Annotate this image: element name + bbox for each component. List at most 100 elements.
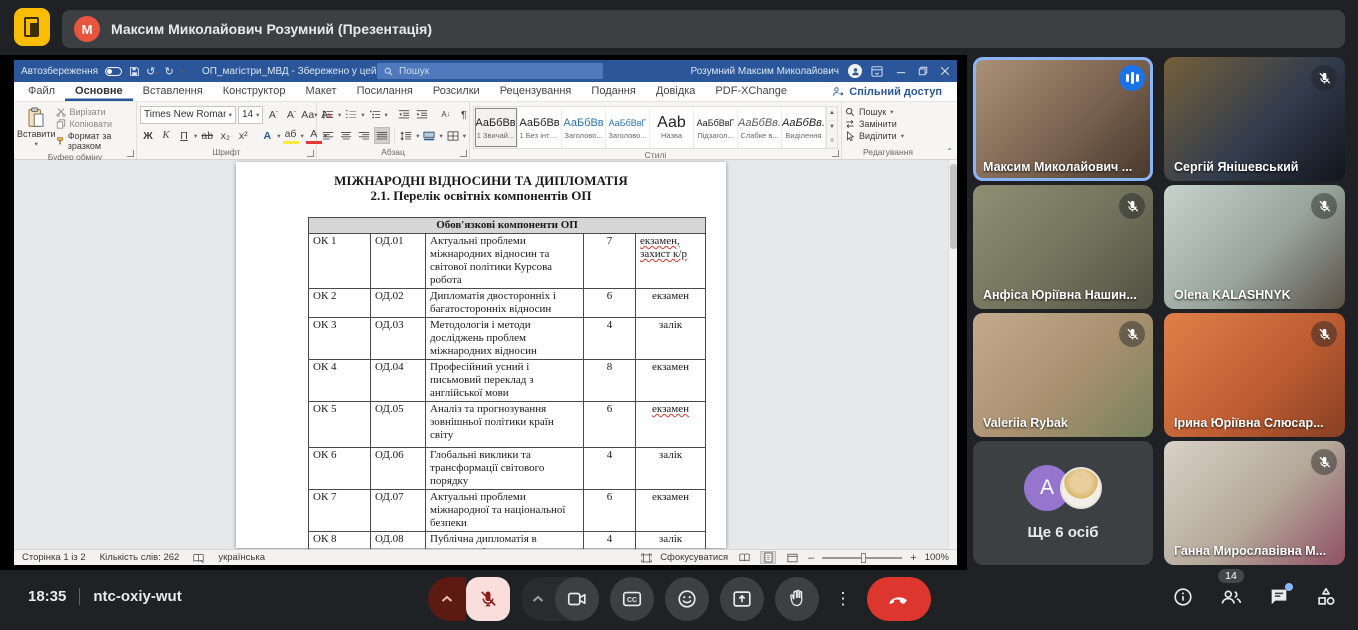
redo-button[interactable]: ↻ <box>165 65 174 78</box>
raise-hand-button[interactable] <box>775 577 819 621</box>
page-indicator[interactable]: Сторінка 1 із 2 <box>22 552 86 563</box>
style-preset-6[interactable]: АаБбВвГПідзагол... <box>694 107 738 148</box>
ribbon-options-icon[interactable] <box>871 66 883 77</box>
grow-font-button[interactable]: Аˆ <box>265 106 281 123</box>
sort-button[interactable]: А↓ <box>438 106 454 123</box>
zoom-slider[interactable] <box>822 557 902 559</box>
style-preset-7[interactable]: АаБбВв.Слабке в... <box>738 107 782 148</box>
overflow-participants-tile[interactable]: AЩе 6 осіб <box>973 441 1153 565</box>
font-dialog-launcher[interactable] <box>307 150 314 157</box>
word-tab-1[interactable]: Файл <box>18 82 65 101</box>
camera-options-chevron[interactable] <box>521 577 555 621</box>
chat-button[interactable] <box>1268 586 1290 608</box>
multilevel-list-button[interactable] <box>367 106 383 123</box>
mic-options-chevron[interactable] <box>428 577 466 621</box>
zoom-level[interactable]: 100% <box>925 552 949 563</box>
focus-icon[interactable] <box>641 553 652 563</box>
styles-expand[interactable]: ≡ <box>827 134 837 148</box>
focus-label[interactable]: Сфокусуватися <box>660 552 728 563</box>
style-preset-4[interactable]: АаБбВвГЗаголово... <box>606 107 650 148</box>
word-tab-10[interactable]: Довідка <box>646 82 706 101</box>
participants-button[interactable]: 14 <box>1219 586 1243 608</box>
italic-button[interactable]: К <box>158 127 174 144</box>
style-preset-2[interactable]: АаБбВв1 Без інте... <box>518 107 562 148</box>
word-tab-8[interactable]: Рецензування <box>490 82 582 101</box>
proofing-icon[interactable] <box>193 553 204 563</box>
participant-tile[interactable]: Ірина Юріївна Слюсар... <box>1164 313 1345 437</box>
activities-button[interactable] <box>1315 586 1337 608</box>
justify-button[interactable] <box>374 127 390 144</box>
restore-button[interactable] <box>918 66 928 76</box>
collapse-ribbon-button[interactable]: ⌃ <box>946 147 953 156</box>
style-preset-8[interactable]: АаБбВв.Виділення <box>782 107 826 148</box>
clipboard-dialog-launcher[interactable] <box>127 150 134 157</box>
read-mode-button[interactable] <box>736 551 752 564</box>
underline-button[interactable]: П <box>176 127 192 144</box>
format-painter-button[interactable]: Формат за зразком <box>56 131 134 151</box>
participant-tile[interactable]: Сергій Янішевський <box>1164 57 1345 181</box>
zoom-out-button[interactable]: – <box>808 552 814 564</box>
document-canvas[interactable]: МІЖНАРОДНІ ВІДНОСИНИ ТА ДИПЛОМАТІЯ 2.1. … <box>14 160 957 549</box>
close-button[interactable] <box>940 66 950 76</box>
text-effects-button[interactable]: А <box>259 127 275 144</box>
paragraph-dialog-launcher[interactable] <box>460 150 467 157</box>
participant-tile[interactable]: Olena KALASHNYK <box>1164 185 1345 309</box>
reactions-button[interactable] <box>665 577 709 621</box>
zoom-in-button[interactable]: + <box>910 552 916 564</box>
shading-button[interactable] <box>421 127 437 144</box>
web-layout-button[interactable] <box>784 551 800 564</box>
presentation-banner[interactable]: M Максим Миколайович Розумний (Презентац… <box>62 10 1345 48</box>
undo-button[interactable]: ↺▾ <box>146 65 158 78</box>
replace-button[interactable]: Замінити <box>845 119 904 129</box>
bold-button[interactable]: Ж <box>140 127 156 144</box>
minimize-button[interactable] <box>896 66 906 76</box>
word-tab-5[interactable]: Макет <box>295 82 346 101</box>
styles-scroll-down[interactable]: ▼ <box>827 121 837 135</box>
font-size-combo[interactable]: 14▾ <box>238 106 263 124</box>
line-spacing-button[interactable] <box>398 127 414 144</box>
document-page[interactable]: МІЖНАРОДНІ ВІДНОСИНИ ТА ДИПЛОМАТІЯ 2.1. … <box>236 162 726 548</box>
word-tab-9[interactable]: Подання <box>581 82 645 101</box>
select-button[interactable]: Виділити▾ <box>845 131 904 141</box>
more-options-button[interactable]: ⋮ <box>830 577 856 621</box>
change-case-button[interactable]: Аа▾ <box>301 106 317 123</box>
strikethrough-button[interactable]: ab <box>199 127 215 144</box>
account-avatar-icon[interactable] <box>848 64 862 78</box>
copy-button[interactable]: Копіювати <box>56 119 134 129</box>
styles-dialog-launcher[interactable] <box>832 150 839 157</box>
captions-button[interactable]: CC <box>610 577 654 621</box>
zoom-slider-thumb[interactable] <box>861 553 866 563</box>
participant-tile[interactable]: Анфіса Юріївна Нашин... <box>973 185 1153 309</box>
present-button[interactable] <box>720 577 764 621</box>
word-count[interactable]: Кількість слів: 262 <box>100 552 180 563</box>
share-access-button[interactable]: Спільний доступ <box>825 85 949 99</box>
camera-toggle-button[interactable] <box>555 577 599 621</box>
style-preset-3[interactable]: АаБбВвЗаголово... <box>562 107 606 148</box>
participant-tile[interactable]: Valeriia Rybak <box>973 313 1153 437</box>
language-indicator[interactable]: українська <box>218 552 265 563</box>
word-tab-4[interactable]: Конструктор <box>213 82 296 101</box>
end-call-button[interactable] <box>867 577 931 621</box>
paste-button[interactable]: Вставити▾ <box>17 104 56 151</box>
qat-customize-button[interactable]: ▾ <box>180 67 183 75</box>
increase-indent-button[interactable] <box>414 106 430 123</box>
titlebar-search-box[interactable]: Пошук <box>377 63 603 79</box>
word-tab-6[interactable]: Посилання <box>347 82 423 101</box>
style-preset-1[interactable]: АаБбВв1 Звичай... <box>474 107 518 148</box>
participant-tile[interactable]: Ганна Мирославівна М... <box>1164 441 1345 565</box>
mic-toggle-button[interactable] <box>466 577 510 621</box>
superscript-button[interactable]: x² <box>235 127 251 144</box>
styles-scroll-up[interactable]: ▲ <box>827 107 837 121</box>
highlight-color-button[interactable]: аб <box>283 127 299 144</box>
bullets-button[interactable] <box>320 106 336 123</box>
print-layout-button[interactable] <box>760 551 776 564</box>
word-tab-3[interactable]: Вставлення <box>133 82 213 101</box>
word-window[interactable]: Автозбереження ↺▾ ↻ ▾ ОП_магістри_МВД - … <box>14 60 957 565</box>
shrink-font-button[interactable]: Аˇ <box>283 106 299 123</box>
word-tab-11[interactable]: PDF-XChange <box>705 82 797 101</box>
scrollbar-thumb[interactable] <box>950 164 957 249</box>
account-name[interactable]: Розумний Максим Миколайович <box>690 66 839 77</box>
participant-tile[interactable]: Максим Миколайович ... <box>973 57 1153 181</box>
word-tab-2[interactable]: Основне <box>65 82 133 101</box>
style-preset-5[interactable]: АаbНазва <box>650 107 694 148</box>
